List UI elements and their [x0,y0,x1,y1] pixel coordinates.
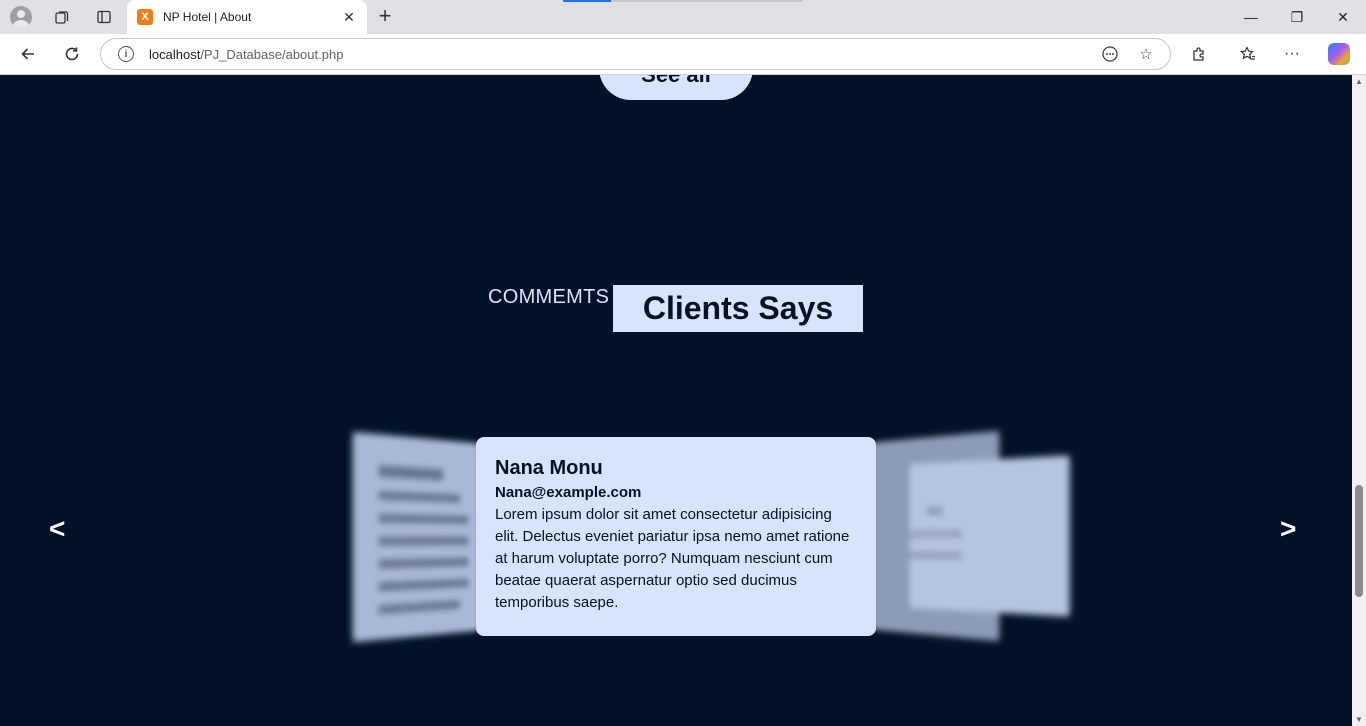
testimonial-email: Nana@example.com [495,484,857,501]
restore-icon[interactable]: ❐ [1274,0,1320,34]
favorite-star-icon[interactable]: ☆ [1134,42,1158,66]
page-scrollbar[interactable]: ▲ ▼ [1352,75,1366,726]
tab-title: NP Hotel | About [163,10,341,24]
favicon-icon: X [137,9,153,25]
url-host: localhost [149,47,200,62]
tab-actions-icon[interactable] [91,5,117,29]
browser-tab-bar: X NP Hotel | About ✕ + — ❐ ✕ [0,0,1366,34]
extensions-icon[interactable] [1187,42,1211,66]
window-close-icon[interactable]: ✕ [1320,0,1366,34]
reload-icon[interactable] [60,42,84,66]
carousel-prev-button[interactable]: < [49,513,65,545]
section-title: Clients Says [613,285,863,332]
section-subtitle: COMMEMTS [488,286,609,309]
new-tab-button[interactable]: + [373,5,397,29]
close-tab-icon[interactable]: ✕ [341,9,357,26]
active-tab[interactable]: X NP Hotel | About ✕ [127,0,367,34]
workspaces-icon[interactable] [49,5,75,29]
scrollbar-thumb[interactable] [1355,485,1363,597]
see-all-button[interactable]: See all [599,75,753,100]
favorites-icon[interactable] [1236,42,1260,66]
testimonial-text: Lorem ipsum dolor sit amet consectetur a… [495,504,857,614]
url-text[interactable]: localhost/PJ_Database/about.php [149,47,1098,62]
browser-toolbar: i localhost/PJ_Database/about.php ☆ ··· [0,34,1366,75]
url-path: /PJ_Database/about.php [200,47,343,62]
tab-loading-indicator [563,0,611,2]
page-viewport: See all COMMEMTS Clients Says Nana Monu … [0,75,1352,726]
scroll-up-icon[interactable]: ▲ [1355,77,1363,86]
address-bar[interactable]: i localhost/PJ_Database/about.php ☆ [100,38,1171,70]
back-icon[interactable] [16,42,40,66]
tab-strip-divider [611,0,803,2]
profile-icon[interactable] [8,5,34,29]
testimonial-card-previous[interactable] [353,432,480,642]
site-info-icon[interactable]: i [118,46,134,62]
scroll-down-icon[interactable]: ▼ [1355,715,1363,724]
reader-mode-icon[interactable] [1098,42,1122,66]
testimonial-card-next-2[interactable] [910,455,1070,616]
testimonial-card-active: Nana Monu Nana@example.com Lorem ipsum d… [476,437,876,636]
minimize-icon[interactable]: — [1228,0,1274,34]
carousel-next-button[interactable]: > [1280,513,1296,545]
copilot-icon[interactable] [1327,42,1351,66]
testimonial-name: Nana Monu [495,457,857,480]
more-menu-icon[interactable]: ··· [1280,42,1304,66]
